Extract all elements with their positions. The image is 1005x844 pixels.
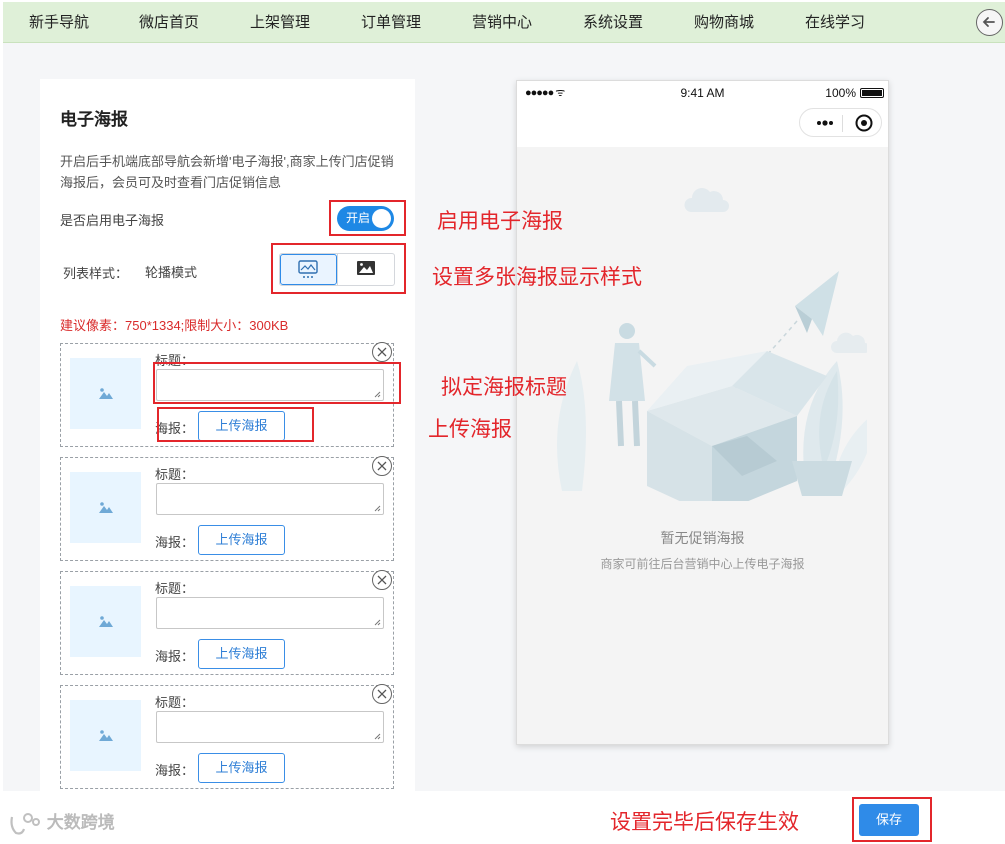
phone-preview: ●●●●● ᯤ 9:41 AM 100% 暂无促销海报 商家可前往后台营销中心上… — [516, 80, 889, 745]
poster-label: 海报： — [155, 763, 195, 778]
title-label: 标题： — [155, 581, 195, 596]
image-placeholder-icon — [99, 730, 113, 741]
battery-level: 100% — [825, 86, 856, 100]
image-placeholder-icon — [99, 502, 113, 513]
poster-title-input[interactable] — [156, 711, 384, 743]
panel-description: 开启后手机端底部导航会新增'电子海报',商家上传门店促销海报后，会员可及时查看门… — [60, 154, 394, 190]
annotation-title: 拟定海报标题 — [441, 376, 567, 399]
arrow-left-icon — [982, 17, 995, 27]
upload-poster-button[interactable]: 上传海报 — [198, 753, 285, 783]
nav-item-listing[interactable]: 上架管理 — [235, 2, 325, 43]
list-style-value: 轮播模式 — [145, 265, 198, 280]
title-label: 标题： — [155, 467, 195, 482]
highlight-toggle — [329, 200, 406, 236]
back-button[interactable] — [976, 9, 1003, 36]
phone-header: ●●●●● ᯤ 9:41 AM 100% — [517, 81, 888, 147]
battery-icon — [860, 88, 884, 98]
poster-label: 海报： — [155, 649, 195, 664]
poster-card: 标题： 海报： 上传海报 — [60, 456, 394, 561]
poster-thumbnail[interactable] — [70, 586, 141, 657]
watermark-logo: 大数跨境 — [8, 808, 115, 837]
top-nav: 新手导航 微店首页 上架管理 订单管理 营销中心 系统设置 购物商城 在线学习 — [3, 2, 1005, 43]
mini-program-capsule — [799, 108, 882, 137]
resize-grip-icon — [374, 733, 381, 740]
empty-box-illustration — [557, 187, 867, 501]
mini-close-button[interactable] — [850, 109, 878, 136]
annotation-enable: 启用电子海报 — [437, 210, 563, 233]
watermark-icon — [10, 812, 40, 835]
title-label: 标题： — [155, 695, 195, 710]
poster-thumbnail[interactable] — [70, 472, 141, 543]
highlight-title-input — [153, 362, 401, 404]
remove-poster-button[interactable] — [372, 342, 392, 362]
poster-label: 海报： — [155, 535, 195, 550]
nav-item-settings[interactable]: 系统设置 — [568, 2, 658, 43]
nav-item-mall[interactable]: 购物商城 — [679, 2, 769, 43]
upload-poster-button[interactable]: 上传海报 — [198, 639, 285, 669]
poster-thumbnail[interactable] — [70, 358, 141, 429]
list-style-label: 列表样式： — [63, 266, 129, 281]
remove-poster-button[interactable] — [372, 684, 392, 704]
close-icon — [377, 347, 387, 357]
nav-item-shop-home[interactable]: 微店首页 — [124, 2, 214, 43]
nav-item-learning[interactable]: 在线学习 — [790, 2, 880, 43]
save-button[interactable]: 保存 — [859, 804, 919, 836]
image-placeholder-icon — [99, 388, 113, 399]
panel-title: 电子海报 — [60, 110, 128, 129]
nav-item-orders[interactable]: 订单管理 — [346, 2, 436, 43]
poster-title-input[interactable] — [156, 483, 384, 515]
empty-state-title: 暂无促销海报 — [660, 530, 745, 546]
more-button[interactable] — [810, 109, 840, 136]
resize-grip-icon — [374, 619, 381, 626]
annotation-upload: 上传海报 — [428, 418, 512, 441]
nav-item-marketing[interactable]: 营销中心 — [457, 2, 547, 43]
poster-card: 标题： 海报： 上传海报 — [60, 684, 394, 789]
annotation-save: 设置完毕后保存生效 — [610, 811, 799, 834]
image-placeholder-icon — [99, 616, 113, 627]
watermark-text: 大数跨境 — [46, 813, 115, 832]
more-dots-icon — [817, 120, 833, 126]
highlight-style-selector — [271, 243, 406, 294]
close-icon — [377, 689, 387, 699]
annotation-style: 设置多张海报显示样式 — [432, 266, 642, 289]
upload-poster-button[interactable]: 上传海报 — [198, 525, 285, 555]
capsule-divider — [842, 115, 843, 132]
nav-item-guide[interactable]: 新手导航 — [14, 2, 104, 43]
enable-label: 是否启用电子海报 — [60, 213, 165, 228]
poster-thumbnail[interactable] — [70, 700, 141, 771]
empty-state-subtitle: 商家可前往后台营销中心上传电子海报 — [600, 557, 805, 571]
remove-poster-button[interactable] — [372, 456, 392, 476]
remove-poster-button[interactable] — [372, 570, 392, 590]
resize-grip-icon — [374, 505, 381, 512]
target-close-icon — [855, 114, 873, 132]
close-icon — [377, 461, 387, 471]
close-icon — [377, 575, 387, 585]
highlight-upload-button — [157, 407, 314, 442]
poster-title-input[interactable] — [156, 597, 384, 629]
poster-card: 标题： 海报： 上传海报 — [60, 570, 394, 675]
size-hint: 建议像素：750*1334;限制大小：300KB — [60, 318, 289, 333]
